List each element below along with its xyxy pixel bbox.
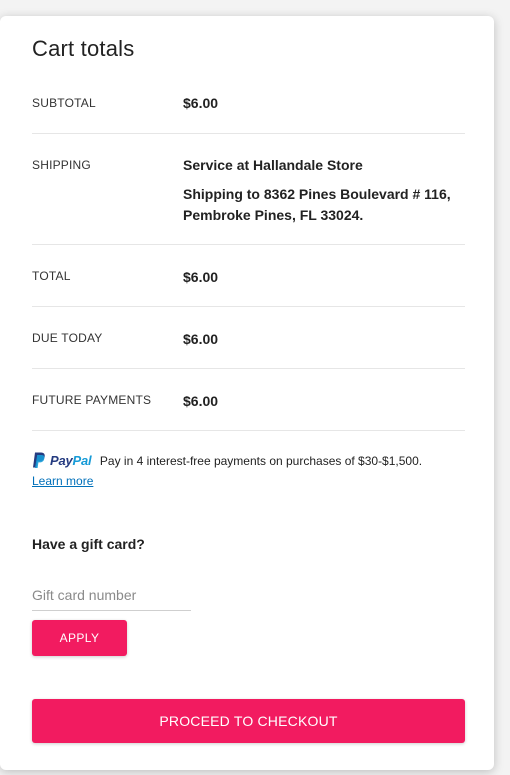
future-payments-value: $6.00 xyxy=(183,393,219,409)
due-today-label: DUE TODAY xyxy=(32,331,103,345)
future-payments-label: FUTURE PAYMENTS xyxy=(32,393,152,407)
totals-table: SUBTOTAL $6.00 SHIPPING Service at Halla… xyxy=(32,86,465,431)
future-payments-row: FUTURE PAYMENTS $6.00 xyxy=(32,369,465,431)
paypal-learn-more-link[interactable]: Learn more xyxy=(32,474,472,488)
paypal-wordmark: PayPal xyxy=(50,453,92,469)
paypal-pay-later-message: PayPal Pay in 4 interest-free payments o… xyxy=(32,452,472,488)
proceed-to-checkout-button[interactable]: PROCEED TO CHECKOUT xyxy=(32,699,465,743)
shipping-method: Service at Hallandale Store xyxy=(183,157,363,173)
total-label: TOTAL xyxy=(32,269,71,283)
shipping-address: Shipping to 8362 Pines Boulevard # 116, … xyxy=(183,186,451,223)
subtotal-row: SUBTOTAL $6.00 xyxy=(32,86,465,134)
paypal-wordmark-pay: Pay xyxy=(50,453,73,469)
subtotal-value: $6.00 xyxy=(183,95,219,111)
gift-card-number-input[interactable] xyxy=(32,579,191,611)
total-row: TOTAL $6.00 xyxy=(32,245,465,307)
shipping-label: SHIPPING xyxy=(32,158,91,172)
total-value: $6.00 xyxy=(183,269,219,285)
due-today-value: $6.00 xyxy=(183,331,219,347)
paypal-logo: PayPal xyxy=(32,452,92,469)
paypal-wordmark-pal: Pal xyxy=(72,453,92,469)
gift-card-heading: Have a gift card? xyxy=(32,536,145,552)
cart-totals-title: Cart totals xyxy=(32,36,135,61)
due-today-row: DUE TODAY $6.00 xyxy=(32,307,465,369)
apply-gift-card-button[interactable]: APPLY xyxy=(32,620,127,656)
paypal-icon xyxy=(33,452,45,469)
subtotal-label: SUBTOTAL xyxy=(32,96,96,110)
paypal-message: Pay in 4 interest-free payments on purch… xyxy=(99,453,423,468)
cart-totals-card: Cart totals SUBTOTAL $6.00 SHIPPING Serv… xyxy=(0,16,494,770)
shipping-row: SHIPPING Service at Hallandale Store Shi… xyxy=(32,134,465,245)
